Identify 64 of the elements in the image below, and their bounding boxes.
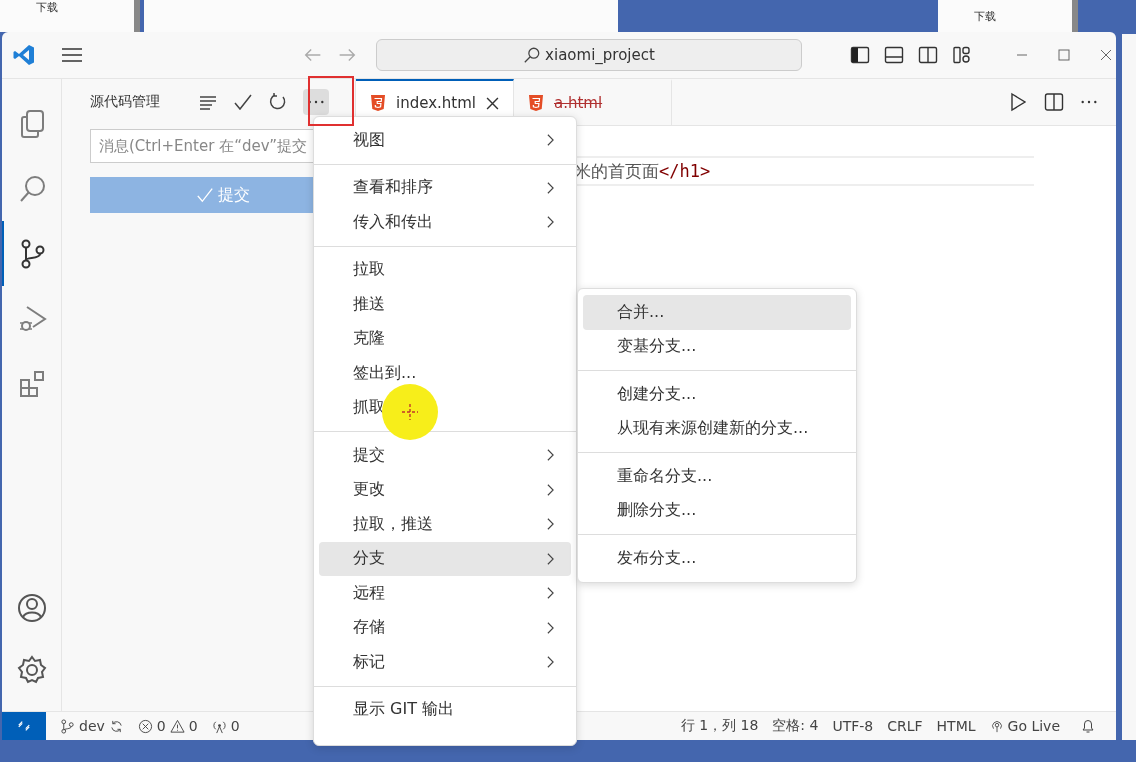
menu-item[interactable]: 远程: [319, 576, 571, 611]
html-file-icon: [370, 94, 386, 112]
menu-item[interactable]: 签出到...: [319, 356, 571, 391]
status-item[interactable]: HTML: [936, 718, 976, 734]
remote-icon: [17, 719, 31, 733]
panel-toggle-icon[interactable]: [884, 45, 904, 65]
layout-icon[interactable]: [952, 45, 972, 65]
refresh-icon[interactable]: [268, 92, 288, 112]
close-icon[interactable]: [486, 96, 499, 110]
ports-status[interactable]: 0: [211, 718, 240, 734]
run-icon[interactable]: [1008, 92, 1028, 112]
command-search-field[interactable]: xiaomi_project: [376, 39, 802, 71]
menu-item[interactable]: 创建分支...: [583, 377, 851, 412]
download-item: 下载: [974, 8, 996, 24]
sidebar-toggle-icon[interactable]: [850, 45, 870, 65]
sync-icon: [108, 718, 124, 734]
menu-item[interactable]: 变基分支...: [583, 329, 851, 364]
cursor-highlight-icon: [382, 384, 438, 440]
settings-icon[interactable]: [15, 654, 48, 686]
split-editor-icon[interactable]: [1044, 92, 1064, 112]
html-file-icon: [528, 94, 544, 112]
warning-icon: [169, 718, 185, 734]
notification-bell-icon[interactable]: [1080, 718, 1096, 734]
maximize-icon[interactable]: [1058, 49, 1070, 61]
menu-item[interactable]: 重命名分支...: [583, 459, 851, 494]
menu-item[interactable]: 合并...: [583, 295, 851, 330]
annotation-box: [308, 76, 354, 126]
menu-item[interactable]: 删除分支...: [583, 493, 851, 528]
menu-item[interactable]: 克隆: [319, 321, 571, 356]
menu-item[interactable]: 标记: [319, 645, 571, 680]
broadcast-icon: [211, 718, 227, 734]
status-item[interactable]: UTF-8: [832, 718, 874, 734]
status-item[interactable]: 行 1，列 18: [680, 717, 759, 735]
checkmark-icon: [196, 186, 214, 204]
menu-item[interactable]: 显示 GIT 输出: [319, 692, 571, 727]
search-icon: [523, 46, 542, 64]
download-item: 下载: [36, 0, 58, 15]
menu-item[interactable]: 提交: [319, 438, 571, 473]
status-item[interactable]: CRLF: [887, 718, 923, 734]
menu-item[interactable]: 拉取: [319, 252, 571, 287]
menu-item[interactable]: 从现有来源创建新的分支...: [583, 411, 851, 446]
menu-item[interactable]: 存储: [319, 610, 571, 645]
more-actions-button[interactable]: [303, 89, 329, 115]
menu-item[interactable]: 推送: [319, 287, 571, 322]
status-item[interactable]: Go Live: [989, 718, 1060, 734]
app-logo-icon: [12, 43, 36, 67]
menu-item[interactable]: 分支: [319, 541, 571, 576]
error-icon: [137, 718, 153, 734]
menu-item[interactable]: 更改: [319, 472, 571, 507]
status-item[interactable]: 空格: 4: [772, 717, 819, 735]
secondary-sidebar-icon[interactable]: [918, 45, 938, 65]
broadcast-icon: [989, 719, 1004, 733]
account-icon[interactable]: [15, 592, 48, 624]
checkmark-icon[interactable]: [233, 92, 253, 112]
branch-icon: [60, 718, 75, 734]
problems-status[interactable]: 0 0: [137, 718, 198, 734]
more-icon[interactable]: [1080, 99, 1098, 105]
menu-item[interactable]: 抓取: [319, 390, 571, 425]
sidebar-title: 源代码管理: [90, 93, 160, 111]
menu-item[interactable]: 拉取，推送: [319, 507, 571, 542]
menu-item[interactable]: 发布分支...: [583, 541, 851, 576]
more-icon: [307, 99, 325, 105]
close-icon[interactable]: [1100, 49, 1112, 61]
branch-status[interactable]: dev: [60, 718, 124, 734]
